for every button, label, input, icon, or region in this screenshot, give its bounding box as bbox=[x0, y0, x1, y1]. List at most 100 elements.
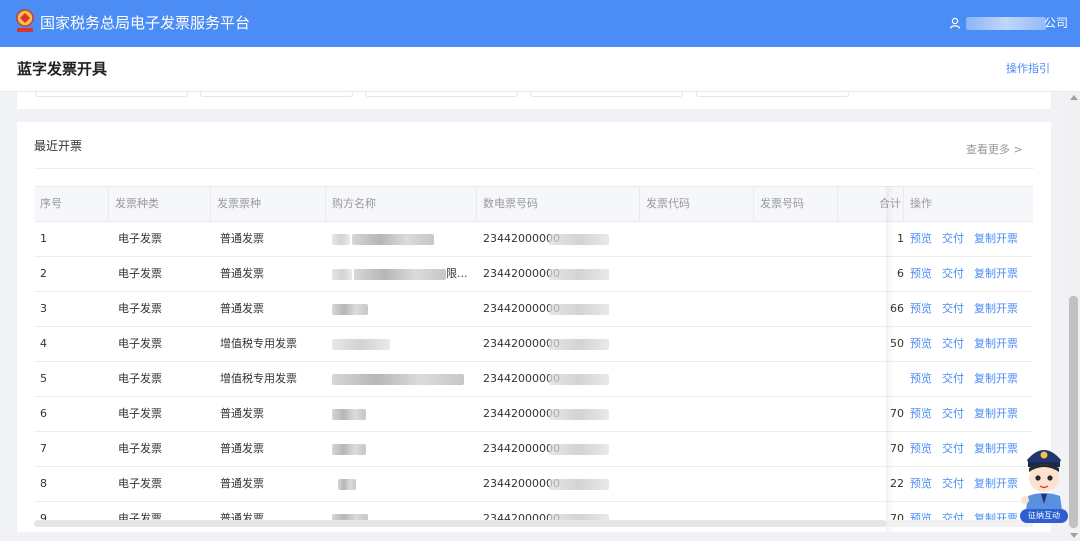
cell-index: 1 bbox=[40, 232, 47, 245]
preview-link[interactable]: 预览 bbox=[910, 502, 932, 532]
cell-category: 电子发票 bbox=[118, 302, 162, 315]
column-header-total[interactable]: 合计 bbox=[838, 187, 904, 221]
preview-link[interactable]: 预览 bbox=[910, 292, 932, 326]
column-header-number[interactable]: 数电票号码 bbox=[477, 187, 640, 221]
invoice-type-tile[interactable] bbox=[365, 92, 518, 97]
buyer-name-redacted bbox=[332, 444, 366, 455]
copy-issue-link[interactable]: 复制开票 bbox=[974, 467, 1018, 501]
copy-issue-link[interactable]: 复制开票 bbox=[974, 257, 1018, 291]
deliver-link[interactable]: 交付 bbox=[942, 397, 964, 431]
column-header-category[interactable]: 发票种类 bbox=[109, 187, 211, 221]
view-more-link[interactable]: 查看更多 > bbox=[966, 143, 1023, 156]
preview-link[interactable]: 预览 bbox=[910, 327, 932, 361]
tax-emblem-icon bbox=[16, 9, 34, 32]
deliver-link[interactable]: 交付 bbox=[942, 222, 964, 256]
cell-type: 普通发票 bbox=[220, 407, 264, 420]
buyer-name-redacted bbox=[338, 479, 356, 490]
scroll-down-arrow-icon[interactable] bbox=[1070, 533, 1078, 538]
cell-category: 电子发票 bbox=[118, 407, 162, 420]
column-header-index[interactable]: 序号 bbox=[34, 187, 109, 221]
deliver-link[interactable]: 交付 bbox=[942, 327, 964, 361]
table-row[interactable]: 1 电子发票 普通发票 23442000000 1 预览 交付 复制开票 bbox=[34, 222, 1033, 257]
table-row[interactable]: 8 电子发票 普通发票 23442000000 22 预览 交付 复制开票 bbox=[34, 467, 1033, 502]
cell-index: 2 bbox=[40, 267, 47, 280]
copy-issue-link[interactable]: 复制开票 bbox=[974, 327, 1018, 361]
deliver-link[interactable]: 交付 bbox=[942, 292, 964, 326]
preview-link[interactable]: 预览 bbox=[910, 222, 932, 256]
invoice-type-tile[interactable] bbox=[200, 92, 353, 97]
cell-buyer-suffix: 限... bbox=[446, 267, 468, 280]
column-header-actions: 操作 bbox=[910, 197, 932, 210]
table-row[interactable]: 5 电子发票 增值税专用发票 23442000000 预览 交付 复制开票 bbox=[34, 362, 1033, 397]
column-header-invoice-code[interactable]: 发票代码 bbox=[640, 187, 754, 221]
recent-invoices-card: 最近开票 查看更多 > 序号 发票种类 发票票种 购方名称 数电票号码 发票代码… bbox=[17, 122, 1051, 532]
copy-issue-link[interactable]: 复制开票 bbox=[974, 292, 1018, 326]
copy-issue-link[interactable]: 复制开票 bbox=[974, 362, 1018, 396]
divider bbox=[34, 168, 1034, 169]
cell-total: 70 bbox=[890, 512, 904, 525]
deliver-link[interactable]: 交付 bbox=[942, 467, 964, 501]
cell-category: 电子发票 bbox=[118, 442, 162, 455]
user-icon[interactable] bbox=[949, 17, 961, 29]
buyer-name-redacted bbox=[332, 374, 464, 385]
cell-category: 电子发票 bbox=[118, 477, 162, 490]
cell-total: 6 bbox=[897, 267, 904, 280]
table-row[interactable]: 7 电子发票 普通发票 23442000000 70 预览 交付 复制开票 bbox=[34, 432, 1033, 467]
scrollbar-track bbox=[887, 520, 1033, 527]
copy-issue-link[interactable]: 复制开票 bbox=[974, 397, 1018, 431]
table-row[interactable]: 6 电子发票 普通发票 23442000000 70 预览 交付 复制开票 bbox=[34, 397, 1033, 432]
column-header-buyer[interactable]: 购方名称 bbox=[326, 187, 477, 221]
copy-issue-link[interactable]: 复制开票 bbox=[974, 222, 1018, 256]
preview-link[interactable]: 预览 bbox=[910, 467, 932, 501]
user-name-redacted[interactable] bbox=[966, 17, 1046, 30]
guide-link[interactable]: 操作指引 bbox=[1006, 62, 1050, 75]
table-row[interactable]: 3 电子发票 普通发票 23442000000 66 预览 交付 复制开票 bbox=[34, 292, 1033, 327]
cell-category: 电子发票 bbox=[118, 267, 162, 280]
column-header-invoice-no[interactable]: 发票号码 bbox=[754, 187, 838, 221]
table-horizontal-scrollbar[interactable] bbox=[34, 520, 887, 527]
cell-total: 22 bbox=[890, 477, 904, 490]
cell-type: 普通发票 bbox=[220, 512, 264, 525]
deliver-link[interactable]: 交付 bbox=[942, 362, 964, 396]
copy-issue-link[interactable]: 复制开票 bbox=[974, 502, 1018, 532]
scroll-up-arrow-icon[interactable] bbox=[1070, 95, 1078, 100]
deliver-link[interactable]: 交付 bbox=[942, 502, 964, 532]
invoice-type-tile[interactable] bbox=[530, 92, 683, 97]
preview-link[interactable]: 预览 bbox=[910, 397, 932, 431]
cell-total: 50 bbox=[890, 337, 904, 350]
preview-link[interactable]: 预览 bbox=[910, 432, 932, 466]
buyer-name-redacted bbox=[332, 409, 366, 420]
number-redacted bbox=[549, 339, 609, 350]
cell-index: 5 bbox=[40, 372, 47, 385]
cell-category: 电子发票 bbox=[118, 232, 162, 245]
invoice-type-tile[interactable] bbox=[35, 92, 188, 97]
app-title: 国家税务总局电子发票服务平台 bbox=[40, 14, 251, 32]
deliver-link[interactable]: 交付 bbox=[942, 432, 964, 466]
number-redacted bbox=[549, 444, 609, 455]
number-redacted bbox=[549, 304, 609, 315]
invoice-type-tile[interactable] bbox=[696, 92, 849, 97]
assistant-label[interactable]: 征纳互动 bbox=[1020, 509, 1068, 523]
cell-type: 普通发票 bbox=[220, 302, 264, 315]
cell-type: 普通发票 bbox=[220, 232, 264, 245]
page-title: 蓝字发票开具 bbox=[17, 60, 108, 78]
cell-total: 1 bbox=[897, 232, 904, 245]
cell-type: 普通发票 bbox=[220, 477, 264, 490]
copy-issue-link[interactable]: 复制开票 bbox=[974, 432, 1018, 466]
deliver-link[interactable]: 交付 bbox=[942, 257, 964, 291]
table-row[interactable]: 9 电子发票 普通发票 23442000000 70 预览 交付 复制开票 bbox=[34, 502, 1033, 532]
table-row[interactable]: 4 电子发票 增值税专用发票 23442000000 50 预览 交付 复制开票 bbox=[34, 327, 1033, 362]
number-redacted bbox=[549, 374, 609, 385]
number-redacted bbox=[549, 269, 609, 280]
page-header: 蓝字发票开具 操作指引 bbox=[0, 47, 1080, 92]
buyer-name-redacted bbox=[332, 234, 350, 245]
preview-link[interactable]: 预览 bbox=[910, 362, 932, 396]
preview-link[interactable]: 预览 bbox=[910, 257, 932, 291]
company-name-suffix[interactable]: 公司 bbox=[1044, 16, 1068, 31]
table-row[interactable]: 2 电子发票 普通发票 限... 23442000000 6 预览 交付 复制开… bbox=[34, 257, 1033, 292]
table-header: 序号 发票种类 发票票种 购方名称 数电票号码 发票代码 发票号码 合计 操作 bbox=[34, 186, 1033, 222]
cell-index: 7 bbox=[40, 442, 47, 455]
cell-type: 增值税专用发票 bbox=[220, 337, 297, 350]
cell-type: 普通发票 bbox=[220, 442, 264, 455]
column-header-type[interactable]: 发票票种 bbox=[211, 187, 326, 221]
